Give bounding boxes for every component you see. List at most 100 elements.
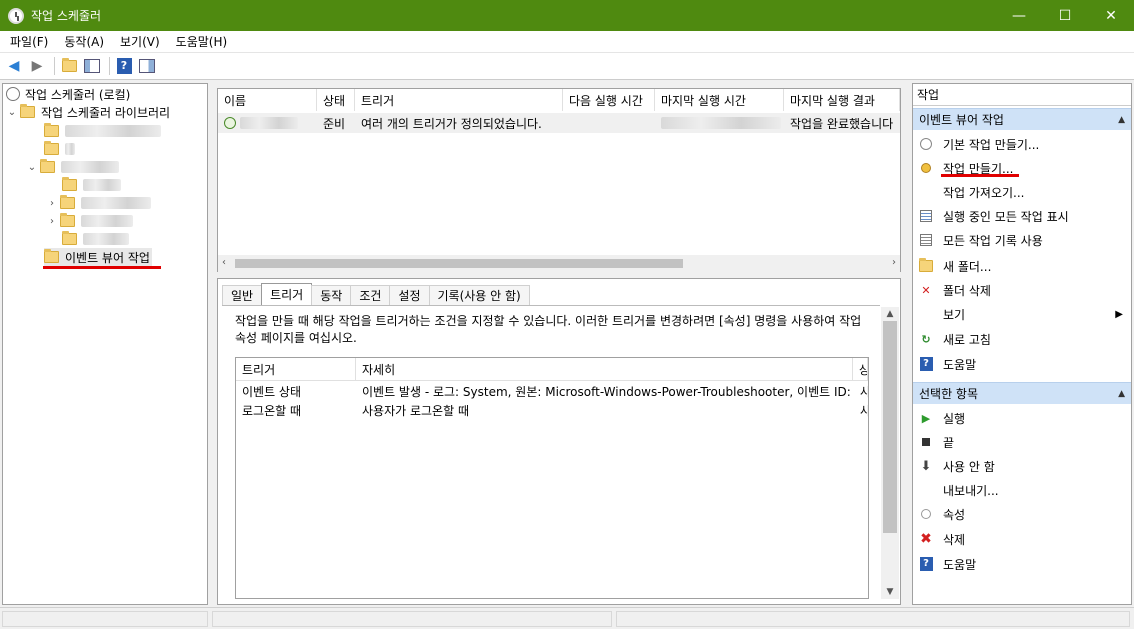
grid-header-details[interactable]: 자세히 xyxy=(356,358,853,381)
menu-file[interactable]: 파일(F) xyxy=(4,33,54,50)
title-bar: 작업 스케줄러 — ☐ ✕ xyxy=(0,0,1134,31)
task-list: 이름 상태 트리거 다음 실행 시간 마지막 실행 시간 마지막 실행 결과 준… xyxy=(217,88,901,272)
tab-history[interactable]: 기록(사용 안 함) xyxy=(428,285,530,305)
grid-row-details[interactable]: 이벤트 발생 - 로그: System, 원본: Microsoft-Windo… xyxy=(362,382,852,401)
blurred-label xyxy=(83,179,121,191)
tree-item-event-viewer-tasks[interactable]: 이벤트 뷰어 작업 xyxy=(44,248,152,266)
tab-triggers[interactable]: 트리거 xyxy=(261,283,313,305)
section-title: 선택한 항목 xyxy=(919,387,979,401)
tree-item-blurred[interactable]: › xyxy=(46,194,151,212)
folder-icon xyxy=(44,123,59,137)
grid-row-details[interactable]: 사용자가 로그온할 때 xyxy=(362,401,852,420)
scroll-down-icon[interactable]: ▼ xyxy=(881,587,899,597)
blank-icon xyxy=(919,483,933,497)
scroll-left-icon[interactable]: ‹ xyxy=(222,257,226,268)
action-import-task[interactable]: 작업 가져오기... xyxy=(913,180,1131,204)
menu-view[interactable]: 보기(V) xyxy=(114,33,166,50)
menu-help[interactable]: 도움말(H) xyxy=(170,33,234,50)
blurred-label xyxy=(240,117,298,129)
action-help-selected[interactable]: ? 도움말 xyxy=(913,552,1131,576)
table-row[interactable]: 준비 여러 개의 트리거가 정의되었습니다. 작업을 완료했습니다 xyxy=(218,113,900,133)
action-label: 작업 가져오기... xyxy=(943,185,1025,200)
collapse-icon[interactable]: ▲ xyxy=(1118,115,1125,125)
action-delete[interactable]: ✖ 삭제 xyxy=(913,527,1131,551)
column-header-trigger[interactable]: 트리거 xyxy=(355,89,563,111)
help-button[interactable]: ? xyxy=(114,56,134,76)
tab-settings[interactable]: 설정 xyxy=(389,285,430,305)
action-show-running-tasks[interactable]: 실행 중인 모든 작업 표시 xyxy=(913,204,1131,228)
tree-item-library[interactable]: ⌄ 작업 스케줄러 라이브러리 xyxy=(6,103,170,121)
console-tree: 작업 스케줄러 (로컬) ⌄ 작업 스케줄러 라이브러리 ⌄ › › 이벤트 뷰… xyxy=(2,83,208,605)
blank-icon xyxy=(919,307,933,321)
action-refresh[interactable]: ↻ 새로 고침 xyxy=(913,327,1131,351)
highlight-underline xyxy=(43,266,161,269)
forward-button[interactable]: ▶ xyxy=(27,56,47,76)
blurred-label xyxy=(661,117,781,129)
show-hide-tree-button[interactable] xyxy=(82,56,102,76)
vertical-scrollbar[interactable]: ▲ ▼ xyxy=(881,307,899,599)
grid-row-trigger[interactable]: 로그온할 때 xyxy=(242,401,352,420)
show-action-pane-button[interactable] xyxy=(137,56,157,76)
delete-icon: ✕ xyxy=(921,283,931,297)
action-create-basic-task[interactable]: 기본 작업 만들기... xyxy=(913,132,1131,156)
task-trigger-cell: 여러 개의 트리거가 정의되었습니다. xyxy=(361,116,542,131)
action-help[interactable]: ? 도움말 xyxy=(913,352,1131,376)
action-label: 도움말 xyxy=(943,557,977,572)
toolbar: ◀ ▶ ? xyxy=(0,53,1134,80)
maximize-button[interactable]: ☐ xyxy=(1042,0,1088,31)
column-header-last-run[interactable]: 마지막 실행 시간 xyxy=(655,89,784,111)
tree-item-selected-label: 이벤트 뷰어 작업 xyxy=(65,250,150,265)
tree-item-blurred[interactable]: › xyxy=(46,212,133,230)
chevron-down-icon: ⌄ xyxy=(7,106,17,118)
action-new-folder[interactable]: 새 폴더... xyxy=(913,254,1131,278)
scroll-up-icon[interactable]: ▲ xyxy=(881,309,899,319)
window-title: 작업 스케줄러 xyxy=(31,9,102,23)
action-view[interactable]: 보기 ▶ xyxy=(913,302,1131,326)
column-header-name[interactable]: 이름 xyxy=(218,89,317,111)
action-enable-history[interactable]: 모든 작업 기록 사용 xyxy=(913,228,1131,252)
section-header-event-viewer-tasks[interactable]: 이벤트 뷰어 작업 ▲ xyxy=(913,108,1131,130)
submenu-arrow-icon: ▶ xyxy=(1115,308,1123,320)
column-header-next-run[interactable]: 다음 실행 시간 xyxy=(563,89,655,111)
scrollbar-thumb[interactable] xyxy=(235,259,683,268)
section-header-selected-item[interactable]: 선택한 항목 ▲ xyxy=(913,382,1131,404)
actions-pane: 작업 이벤트 뷰어 작업 ▲ 기본 작업 만들기... 작업 만들기... 작업… xyxy=(912,83,1132,605)
status-bar xyxy=(0,607,1134,629)
menu-action[interactable]: 동작(A) xyxy=(58,33,110,50)
trigger-grid: 트리거 자세히 상 이벤트 상태 이벤트 발생 - 로그: System, 원본… xyxy=(235,357,869,599)
tab-general[interactable]: 일반 xyxy=(222,285,263,305)
tab-conditions[interactable]: 조건 xyxy=(350,285,391,305)
column-header-last-result[interactable]: 마지막 실행 결과 xyxy=(784,89,900,111)
minimize-button[interactable]: — xyxy=(996,0,1042,31)
action-label: 끝 xyxy=(943,435,955,450)
action-run[interactable]: ▶ 실행 xyxy=(913,406,1131,430)
up-folder-button[interactable] xyxy=(59,56,79,76)
grid-header-status[interactable]: 상 xyxy=(853,358,868,381)
tree-item-library-label: 작업 스케줄러 라이브러리 xyxy=(41,105,171,120)
help-icon: ? xyxy=(116,58,132,74)
action-delete-folder[interactable]: ✕ 폴더 삭제 xyxy=(913,278,1131,302)
action-properties[interactable]: 속성 xyxy=(913,502,1131,526)
column-header-status[interactable]: 상태 xyxy=(317,89,355,111)
action-export[interactable]: 내보내기... xyxy=(913,478,1131,502)
tree-item-blurred[interactable] xyxy=(44,122,161,140)
chevron-right-icon: › xyxy=(50,197,54,209)
horizontal-scrollbar[interactable]: ‹ › xyxy=(218,255,900,272)
grid-header-trigger[interactable]: 트리거 xyxy=(236,358,356,381)
tree-item-blurred[interactable]: ⌄ xyxy=(26,158,119,176)
scrollbar-thumb[interactable] xyxy=(883,321,897,533)
scroll-right-icon[interactable]: › xyxy=(892,257,896,268)
tree-item-blurred[interactable] xyxy=(44,140,75,158)
action-label: 폴더 삭제 xyxy=(943,283,991,298)
tab-actions[interactable]: 동작 xyxy=(311,285,352,305)
close-button[interactable]: ✕ xyxy=(1088,0,1134,31)
collapse-icon[interactable]: ▲ xyxy=(1118,389,1125,399)
action-end[interactable]: 끝 xyxy=(913,430,1131,454)
tree-item-blurred[interactable] xyxy=(62,230,129,248)
blurred-label xyxy=(81,215,133,227)
back-button[interactable]: ◀ xyxy=(4,56,24,76)
grid-row-trigger[interactable]: 이벤트 상태 xyxy=(242,382,352,401)
tree-root[interactable]: 작업 스케줄러 (로컬) xyxy=(6,85,130,103)
action-disable[interactable]: ⬇ 사용 안 함 xyxy=(913,454,1131,478)
tree-item-blurred[interactable] xyxy=(62,176,121,194)
